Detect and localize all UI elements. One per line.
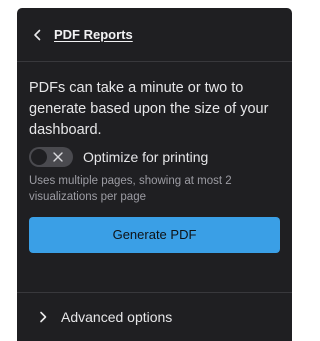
chevron-left-icon [34, 29, 41, 40]
advanced-options-toggle[interactable]: Advanced options [17, 293, 292, 341]
toggle-knob [31, 149, 47, 165]
panel-header: PDF Reports [17, 8, 292, 62]
pdf-reports-panel: PDF Reports PDFs can take a minute or tw… [17, 8, 292, 341]
close-icon [53, 152, 63, 162]
chevron-right-icon [40, 311, 47, 323]
generate-pdf-button[interactable]: Generate PDF [29, 217, 280, 253]
panel-body: PDFs can take a minute or two to generat… [17, 62, 292, 253]
optimize-printing-label[interactable]: Optimize for printing [83, 149, 208, 165]
optimize-printing-toggle[interactable] [29, 147, 73, 167]
page-title[interactable]: PDF Reports [54, 27, 133, 42]
back-button[interactable]: PDF Reports [33, 27, 133, 42]
optimize-helper-text: Uses multiple pages, showing at most 2 v… [29, 175, 232, 203]
advanced-options-label: Advanced options [61, 309, 173, 325]
optimize-printing-row: Optimize for printing [29, 147, 280, 167]
description-text: PDFs can take a minute or two to generat… [29, 80, 269, 138]
